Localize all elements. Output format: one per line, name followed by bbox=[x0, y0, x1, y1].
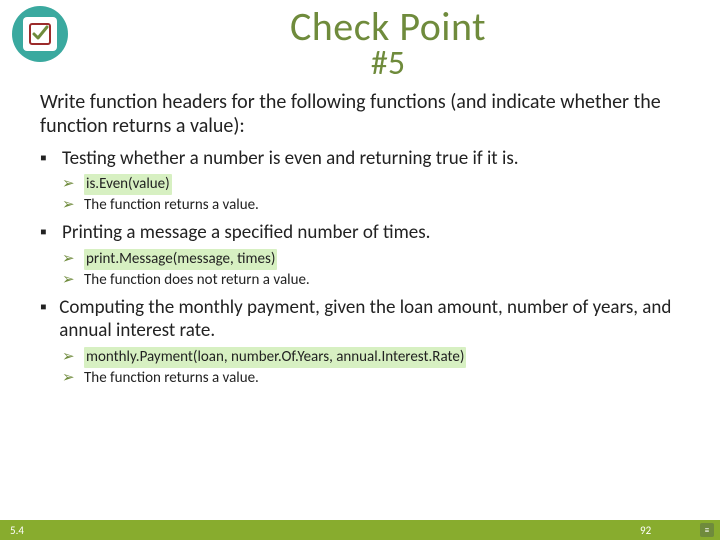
square-bullet-icon: ▪ bbox=[40, 222, 54, 245]
function-signature: monthly.Payment(loan, number.Of.Years, a… bbox=[84, 347, 466, 368]
footer-page-number: 92 bbox=[640, 524, 651, 537]
footer-badge-icon: ≡ bbox=[700, 523, 714, 537]
function-signature: is.Even(value) bbox=[84, 174, 172, 195]
item-return-line: ➢ The function does not return a value. bbox=[62, 270, 680, 291]
chevron-icon: ➢ bbox=[62, 249, 76, 270]
square-bullet-icon: ▪ bbox=[40, 297, 51, 343]
footer-section-number: 5.4 bbox=[10, 524, 24, 537]
item-return-line: ➢ The function returns a value. bbox=[62, 195, 680, 216]
square-bullet-icon: ▪ bbox=[40, 148, 54, 171]
item-text: Testing whether a number is even and ret… bbox=[62, 148, 519, 171]
chevron-icon: ➢ bbox=[62, 174, 76, 195]
item-heading: ▪ Testing whether a number is even and r… bbox=[40, 148, 680, 171]
item-return-line: ➢ The function returns a value. bbox=[62, 368, 680, 389]
chevron-icon: ➢ bbox=[62, 270, 76, 291]
footer-bar: 5.4 92 ≡ bbox=[0, 520, 720, 540]
title-sub: #5 bbox=[68, 46, 708, 82]
item-signature-line: ➢ print.Message(message, times) bbox=[62, 249, 680, 270]
list-item: ▪ Printing a message a specified number … bbox=[40, 222, 680, 291]
item-signature-line: ➢ monthly.Payment(loan, number.Of.Years,… bbox=[62, 347, 680, 368]
return-text: The function returns a value. bbox=[84, 368, 259, 389]
item-signature-line: ➢ is.Even(value) bbox=[62, 174, 680, 195]
list-item: ▪ Computing the monthly payment, given t… bbox=[40, 297, 680, 389]
slide: Check Point #5 Write function headers fo… bbox=[0, 0, 720, 540]
chevron-icon: ➢ bbox=[62, 195, 76, 216]
item-text: Printing a message a specified number of… bbox=[62, 222, 430, 245]
chevron-icon: ➢ bbox=[62, 368, 76, 389]
checkbox-card bbox=[23, 17, 57, 51]
content: Write function headers for the following… bbox=[0, 82, 720, 520]
item-heading: ▪ Printing a message a specified number … bbox=[40, 222, 680, 245]
return-text: The function returns a value. bbox=[84, 195, 259, 216]
prompt-text: Write function headers for the following… bbox=[40, 90, 680, 138]
title-main: Check Point bbox=[68, 6, 708, 48]
return-text: The function does not return a value. bbox=[84, 270, 310, 291]
item-heading: ▪ Computing the monthly payment, given t… bbox=[40, 297, 680, 343]
checkbox-icon bbox=[12, 6, 68, 62]
list-item: ▪ Testing whether a number is even and r… bbox=[40, 148, 680, 217]
header: Check Point #5 bbox=[0, 0, 720, 82]
function-signature: print.Message(message, times) bbox=[84, 249, 277, 270]
title-block: Check Point #5 bbox=[68, 6, 708, 82]
chevron-icon: ➢ bbox=[62, 347, 76, 368]
item-text: Computing the monthly payment, given the… bbox=[59, 297, 680, 343]
